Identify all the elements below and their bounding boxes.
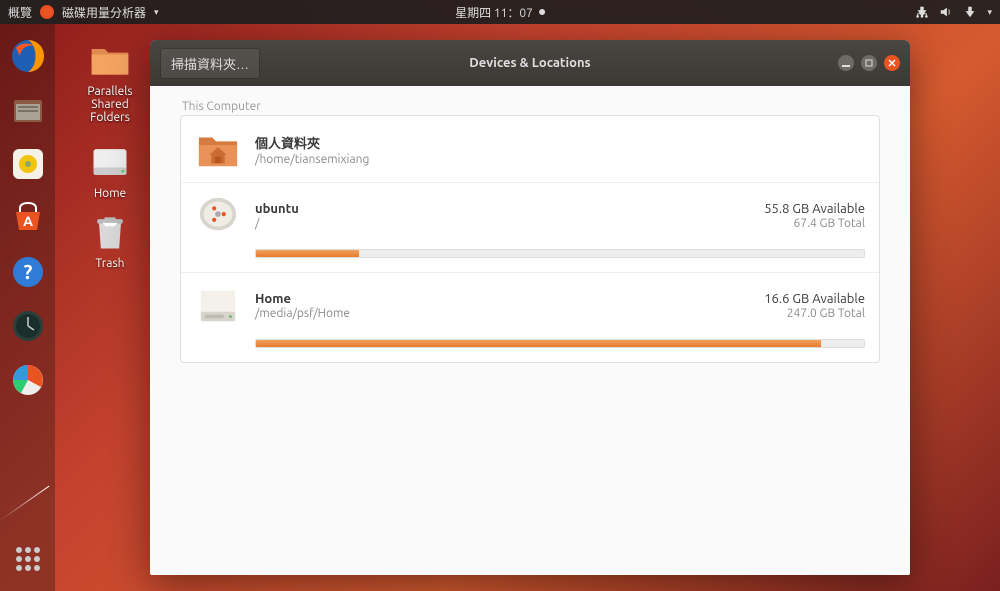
- maximize-button[interactable]: [861, 55, 877, 71]
- svg-text:A: A: [23, 213, 33, 229]
- trash-icon: [88, 210, 132, 254]
- apps-grid-icon: [16, 547, 40, 571]
- external-drive-icon: [195, 285, 241, 327]
- dock-disk-usage[interactable]: [6, 358, 50, 402]
- close-button[interactable]: [884, 55, 900, 71]
- row-title: ubuntu: [255, 202, 764, 216]
- dock-rhythmbox[interactable]: [6, 142, 50, 186]
- svg-text:?: ?: [23, 260, 32, 283]
- desktop-icon-label: Parallels Shared Folders: [75, 85, 145, 124]
- disk-icon: [195, 195, 241, 237]
- volume-icon[interactable]: [939, 5, 953, 19]
- row-title: Home: [255, 292, 764, 306]
- power-icon[interactable]: [963, 5, 977, 19]
- location-row-psf-home[interactable]: Home /media/psf/Home 16.6 GB Available 2…: [181, 273, 879, 339]
- titlebar[interactable]: 掃描資料夾… Devices & Locations: [150, 40, 910, 86]
- desktop-icon-label: Trash: [95, 257, 124, 270]
- top-bar: 概覽 磁碟用量分析器 ▾ 星期四 11：07 ▾: [0, 0, 1000, 24]
- row-total: 247.0 GB Total: [764, 307, 865, 320]
- row-path: /home/tiansemixiang: [255, 153, 865, 166]
- desktop-icon-trash[interactable]: Trash: [75, 210, 145, 270]
- dock-clock[interactable]: [6, 304, 50, 348]
- desktop-icon-parallels[interactable]: Parallels Shared Folders: [75, 38, 145, 124]
- clock[interactable]: 星期四 11：07: [455, 4, 545, 21]
- clock-text: 星期四 11：07: [455, 4, 533, 21]
- usage-bar: [255, 249, 865, 258]
- dock-firefox[interactable]: [6, 34, 50, 78]
- scan-folder-button[interactable]: 掃描資料夾…: [160, 48, 260, 79]
- window-title: Devices & Locations: [469, 56, 590, 70]
- disk-usage-window: 掃描資料夾… Devices & Locations This Computer…: [150, 40, 910, 575]
- usage-bar: [255, 339, 865, 348]
- home-folder-icon: [195, 128, 241, 170]
- row-available: 16.6 GB Available: [764, 292, 865, 306]
- system-menu-arrow-icon: ▾: [987, 7, 992, 18]
- row-path: /: [255, 217, 764, 230]
- drive-icon: [88, 140, 132, 184]
- dock: A ?: [0, 24, 55, 591]
- activities-button[interactable]: 概覽: [8, 4, 32, 21]
- locations-list: 個人資料夾 /home/tiansemixiang ubuntu / 55.8 …: [180, 115, 880, 363]
- dock-help[interactable]: ?: [6, 250, 50, 294]
- app-menu-name[interactable]: 磁碟用量分析器: [62, 4, 146, 21]
- notification-dot-icon: [539, 9, 545, 15]
- location-row-home-folder[interactable]: 個人資料夾 /home/tiansemixiang: [181, 116, 879, 183]
- dock-software[interactable]: A: [6, 196, 50, 240]
- row-path: /media/psf/Home: [255, 307, 764, 320]
- dock-files[interactable]: [6, 88, 50, 132]
- network-icon[interactable]: [915, 5, 929, 19]
- location-row-ubuntu[interactable]: ubuntu / 55.8 GB Available 67.4 GB Total: [181, 183, 879, 249]
- section-label: This Computer: [180, 100, 880, 113]
- progress-row-psf-home: [181, 339, 879, 362]
- dropdown-arrow-icon: ▾: [154, 7, 159, 18]
- minimize-button[interactable]: [838, 55, 854, 71]
- folder-icon: [88, 38, 132, 82]
- row-total: 67.4 GB Total: [764, 217, 865, 230]
- desktop-icon-label: Home: [94, 187, 126, 200]
- row-title: 個人資料夾: [255, 133, 865, 152]
- progress-row-ubuntu: [181, 249, 879, 273]
- row-available: 55.8 GB Available: [764, 202, 865, 216]
- desktop-icon-home[interactable]: Home: [75, 140, 145, 200]
- show-applications[interactable]: [6, 537, 50, 581]
- app-indicator-icon: [40, 5, 54, 19]
